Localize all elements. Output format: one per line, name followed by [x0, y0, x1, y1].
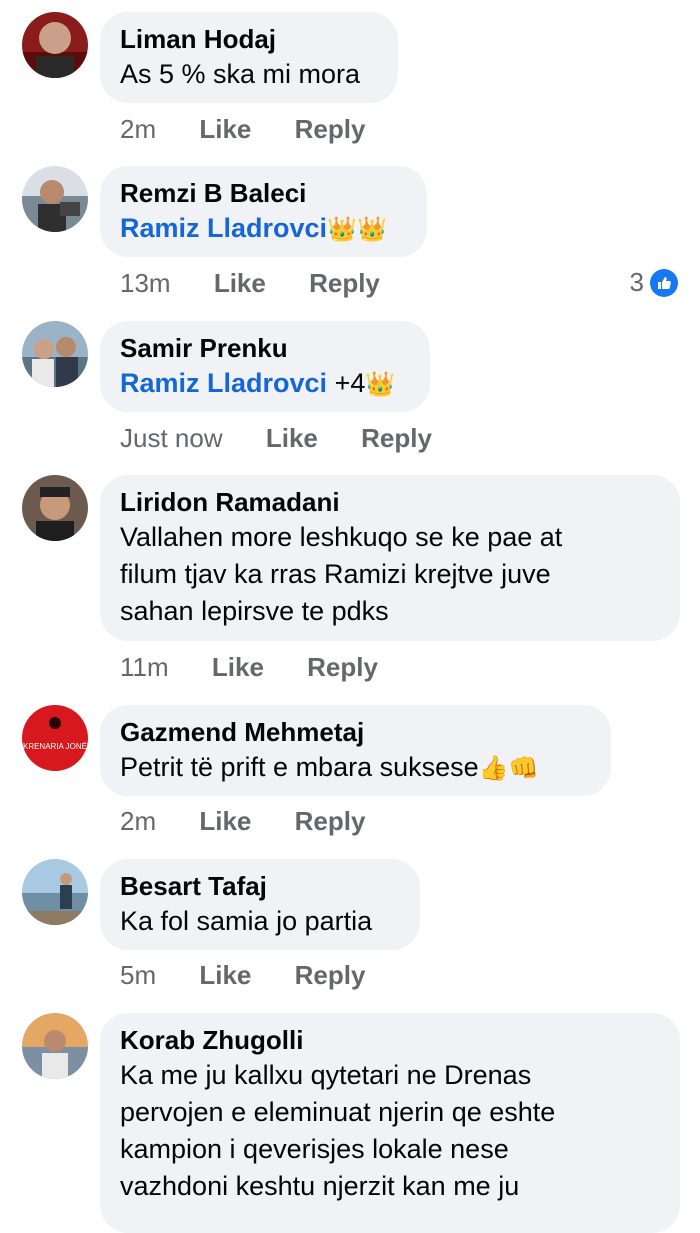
comment-text-line: filum tjav ka rras Ramizi krejtve juve	[120, 559, 551, 589]
avatar[interactable]: KRENARIA JONË	[22, 705, 88, 771]
comment-bubble: Korab Zhugolli Ka me ju kallxu qytetari …	[100, 1013, 680, 1233]
crown-emoji: 👑	[365, 371, 396, 398]
like-button[interactable]: Like	[199, 114, 251, 145]
thumbs-up-fist-emoji: 👍👊	[478, 755, 539, 782]
comment-bubble: Liridon Ramadani Vallahen more leshkuqo …	[100, 475, 680, 641]
comment-text-line: pervojen e eleminuat njerin qe eshte	[120, 1097, 556, 1127]
comment-time[interactable]: 2m	[120, 114, 156, 145]
comment-bubble: Besart Tafaj Ka fol samia jo partia	[100, 859, 420, 950]
avatar[interactable]	[22, 475, 88, 541]
reply-button[interactable]: Reply	[309, 268, 380, 299]
comment-author[interactable]: Liridon Ramadani	[120, 485, 660, 519]
comment-actions: 5m Like Reply	[120, 960, 365, 991]
avatar[interactable]	[22, 1013, 88, 1079]
comment-bubble: Gazmend Mehmetaj Petrit të prift e mbara…	[100, 705, 611, 796]
like-button[interactable]: Like	[214, 268, 266, 299]
avatar[interactable]	[22, 12, 88, 78]
comment-author[interactable]: Korab Zhugolli	[120, 1023, 660, 1057]
comment-actions: 11m Like Reply	[120, 652, 378, 683]
comment-text-line: Vallahen more leshkuqo se ke pae at	[120, 522, 563, 552]
reaction-count[interactable]: 3	[630, 267, 678, 298]
comment-author[interactable]: Samir Prenku	[120, 331, 410, 365]
like-button[interactable]: Like	[199, 960, 251, 991]
reply-button[interactable]: Reply	[295, 960, 366, 991]
comment-text: As 5 % ska mi mora	[120, 59, 361, 89]
comment-time[interactable]: 11m	[120, 652, 169, 683]
crown-emoji: 👑👑	[327, 216, 387, 243]
reply-button[interactable]: Reply	[361, 423, 432, 454]
comment-text: Ka fol samia jo partia	[120, 906, 373, 936]
comment-author[interactable]: Gazmend Mehmetaj	[120, 715, 591, 749]
comment-bubble: Liman Hodaj As 5 % ska mi mora	[100, 12, 398, 103]
comment-actions: 2m Like Reply	[120, 806, 365, 837]
reaction-count-number: 3	[629, 267, 644, 297]
comment-time[interactable]: 13m	[120, 268, 171, 299]
comment-author[interactable]: Besart Tafaj	[120, 869, 400, 903]
comment-bubble: Remzi B Baleci Ramiz Lladrovci👑👑	[100, 166, 427, 257]
comment-author[interactable]: Liman Hodaj	[120, 22, 378, 56]
comment-text-line: sahan lepirsve te pdks	[120, 596, 389, 626]
like-button[interactable]: Like	[212, 652, 264, 683]
mention-suffix: +4	[327, 368, 366, 398]
comment-time[interactable]: 5m	[120, 960, 156, 991]
comment-actions: Just now Like Reply	[120, 423, 432, 454]
comment-actions: 2m Like Reply	[120, 114, 365, 145]
comment-text-line: kampion i qeverisjes lokale nese	[120, 1134, 509, 1164]
avatar[interactable]	[22, 166, 88, 232]
comment-bubble: Samir Prenku Ramiz Lladrovci +4👑	[100, 321, 430, 412]
like-button[interactable]: Like	[266, 423, 318, 454]
mention-link[interactable]: Ramiz Lladrovci	[120, 368, 327, 398]
reply-button[interactable]: Reply	[295, 806, 366, 837]
avatar-logo-text: KRENARIA JONË	[23, 742, 87, 751]
avatar[interactable]	[22, 321, 88, 387]
like-button[interactable]: Like	[199, 806, 251, 837]
reply-button[interactable]: Reply	[295, 114, 366, 145]
comment-time[interactable]: 2m	[120, 806, 156, 837]
comment-time[interactable]: Just now	[120, 423, 223, 454]
avatar[interactable]	[22, 859, 88, 925]
reply-button[interactable]: Reply	[307, 652, 378, 683]
comment-text-line: vazhdoni keshtu njerzit kan me ju	[120, 1171, 520, 1201]
comment-author[interactable]: Remzi B Baleci	[120, 176, 407, 210]
mention-link[interactable]: Ramiz Lladrovci	[120, 213, 327, 243]
comment-text-line: Ka me ju kallxu qytetari ne Drenas	[120, 1060, 532, 1090]
comment-text: Petrit të prift e mbara suksese	[120, 752, 479, 782]
thumbs-up-icon	[650, 268, 678, 297]
comment-actions: 13m Like Reply	[120, 268, 380, 299]
